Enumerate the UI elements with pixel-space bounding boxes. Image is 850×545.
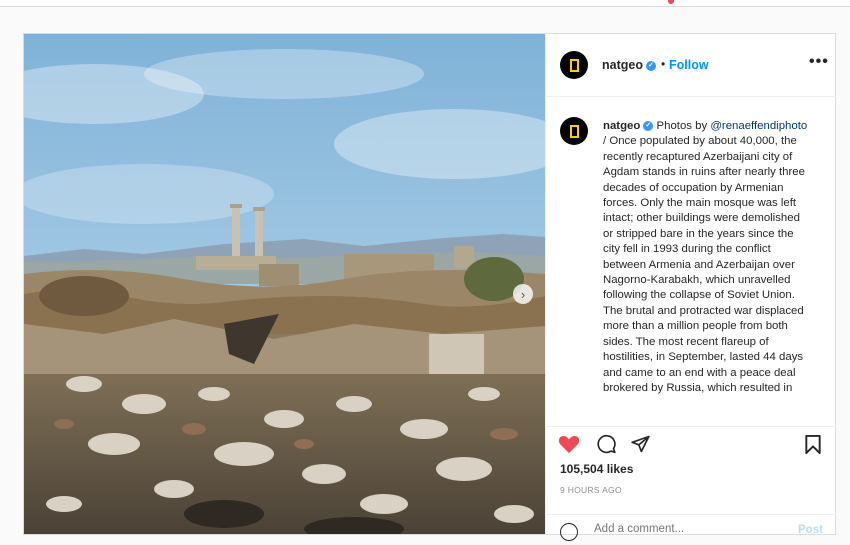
chevron-right-icon: ›	[520, 286, 526, 302]
top-nav-bar	[0, 0, 850, 7]
comment-input[interactable]	[594, 523, 774, 535]
separator-dot: •	[661, 57, 666, 71]
agdam-ruins-image	[24, 34, 545, 534]
caption-mention-link[interactable]: @renaeffendiphoto	[710, 120, 807, 132]
caption-text: / Once populated by about 40,000, the re…	[603, 135, 805, 394]
avatar[interactable]	[560, 51, 588, 79]
natgeo-logo-icon	[569, 58, 579, 72]
share-icon[interactable]	[630, 434, 651, 454]
heart-icon[interactable]	[558, 434, 580, 454]
verified-badge-icon: ✓	[643, 120, 654, 131]
bookmark-icon[interactable]	[803, 434, 823, 455]
next-photo-button[interactable]: ›	[513, 284, 533, 304]
post-card: › natgeo ✓ • Follow ••• natgeo ✓ Photos by…	[23, 33, 836, 541]
follow-button[interactable]: Follow	[669, 58, 709, 72]
ellipsis-icon[interactable]: •••	[809, 53, 829, 71]
comment-icon[interactable]	[596, 434, 617, 454]
post-header: natgeo ✓ • Follow •••	[546, 34, 836, 97]
post-username[interactable]: natgeo ✓	[602, 58, 656, 72]
likes-count[interactable]: 105,504 likes	[560, 462, 633, 476]
caption-username[interactable]: natgeo	[603, 120, 640, 132]
post-timestamp[interactable]: 9 HOURS AGO	[560, 485, 622, 495]
comments-section[interactable]: natgeo ✓ Photos by @renaeffendiphoto / On…	[546, 96, 836, 426]
natgeo-logo-icon	[569, 124, 579, 138]
post-caption: natgeo ✓ Photos by @renaeffendiphoto / On…	[603, 119, 813, 396]
verified-badge-icon: ✓	[645, 60, 656, 71]
post-photo[interactable]: ›	[24, 34, 545, 534]
post-sidebar: natgeo ✓ • Follow ••• natgeo ✓ Photos by @…	[545, 34, 836, 541]
post-comment-button[interactable]: Post	[798, 524, 823, 536]
caption-intro: Photos by	[653, 120, 711, 132]
avatar[interactable]	[560, 117, 588, 145]
emoji-icon[interactable]	[560, 523, 578, 541]
action-bar	[546, 426, 836, 457]
